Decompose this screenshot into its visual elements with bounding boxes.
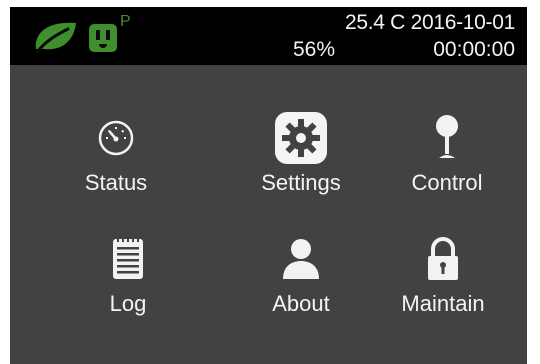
- menu-item-settings[interactable]: Settings: [226, 102, 376, 212]
- power-plug-icon: [89, 24, 117, 52]
- device-screen: P 25.4 C 2016-10-01 56% 00:00:00 Status: [10, 7, 527, 364]
- menu-label-about: About: [272, 291, 330, 316]
- clock-readout: 00:00:00: [433, 38, 515, 61]
- menu-item-log[interactable]: Log: [53, 223, 203, 333]
- humidity-readout: 56%: [293, 38, 336, 61]
- gear-icon: [275, 112, 327, 164]
- temperature-date-readout: 25.4 C 2016-10-01: [344, 11, 515, 34]
- power-indicator-letter: P: [120, 13, 131, 30]
- joystick-icon: [436, 115, 458, 158]
- menu-label-maintain: Maintain: [401, 291, 485, 316]
- status-bar: P 25.4 C 2016-10-01 56% 00:00:00: [10, 7, 527, 65]
- menu-item-status[interactable]: Status: [41, 102, 191, 212]
- menu-item-control[interactable]: Control: [372, 102, 522, 212]
- menu-item-about[interactable]: About: [226, 223, 376, 333]
- notepad-icon: [113, 236, 143, 279]
- gauge-icon: [98, 120, 134, 156]
- person-icon: [283, 239, 319, 279]
- menu-label-log: Log: [109, 291, 147, 316]
- menu-label-settings: Settings: [261, 170, 341, 195]
- leaf-icon: [35, 22, 76, 53]
- menu-label-status: Status: [84, 170, 148, 195]
- menu-item-maintain[interactable]: Maintain: [368, 223, 518, 333]
- padlock-icon: [428, 237, 458, 280]
- menu-label-control: Control: [411, 170, 483, 195]
